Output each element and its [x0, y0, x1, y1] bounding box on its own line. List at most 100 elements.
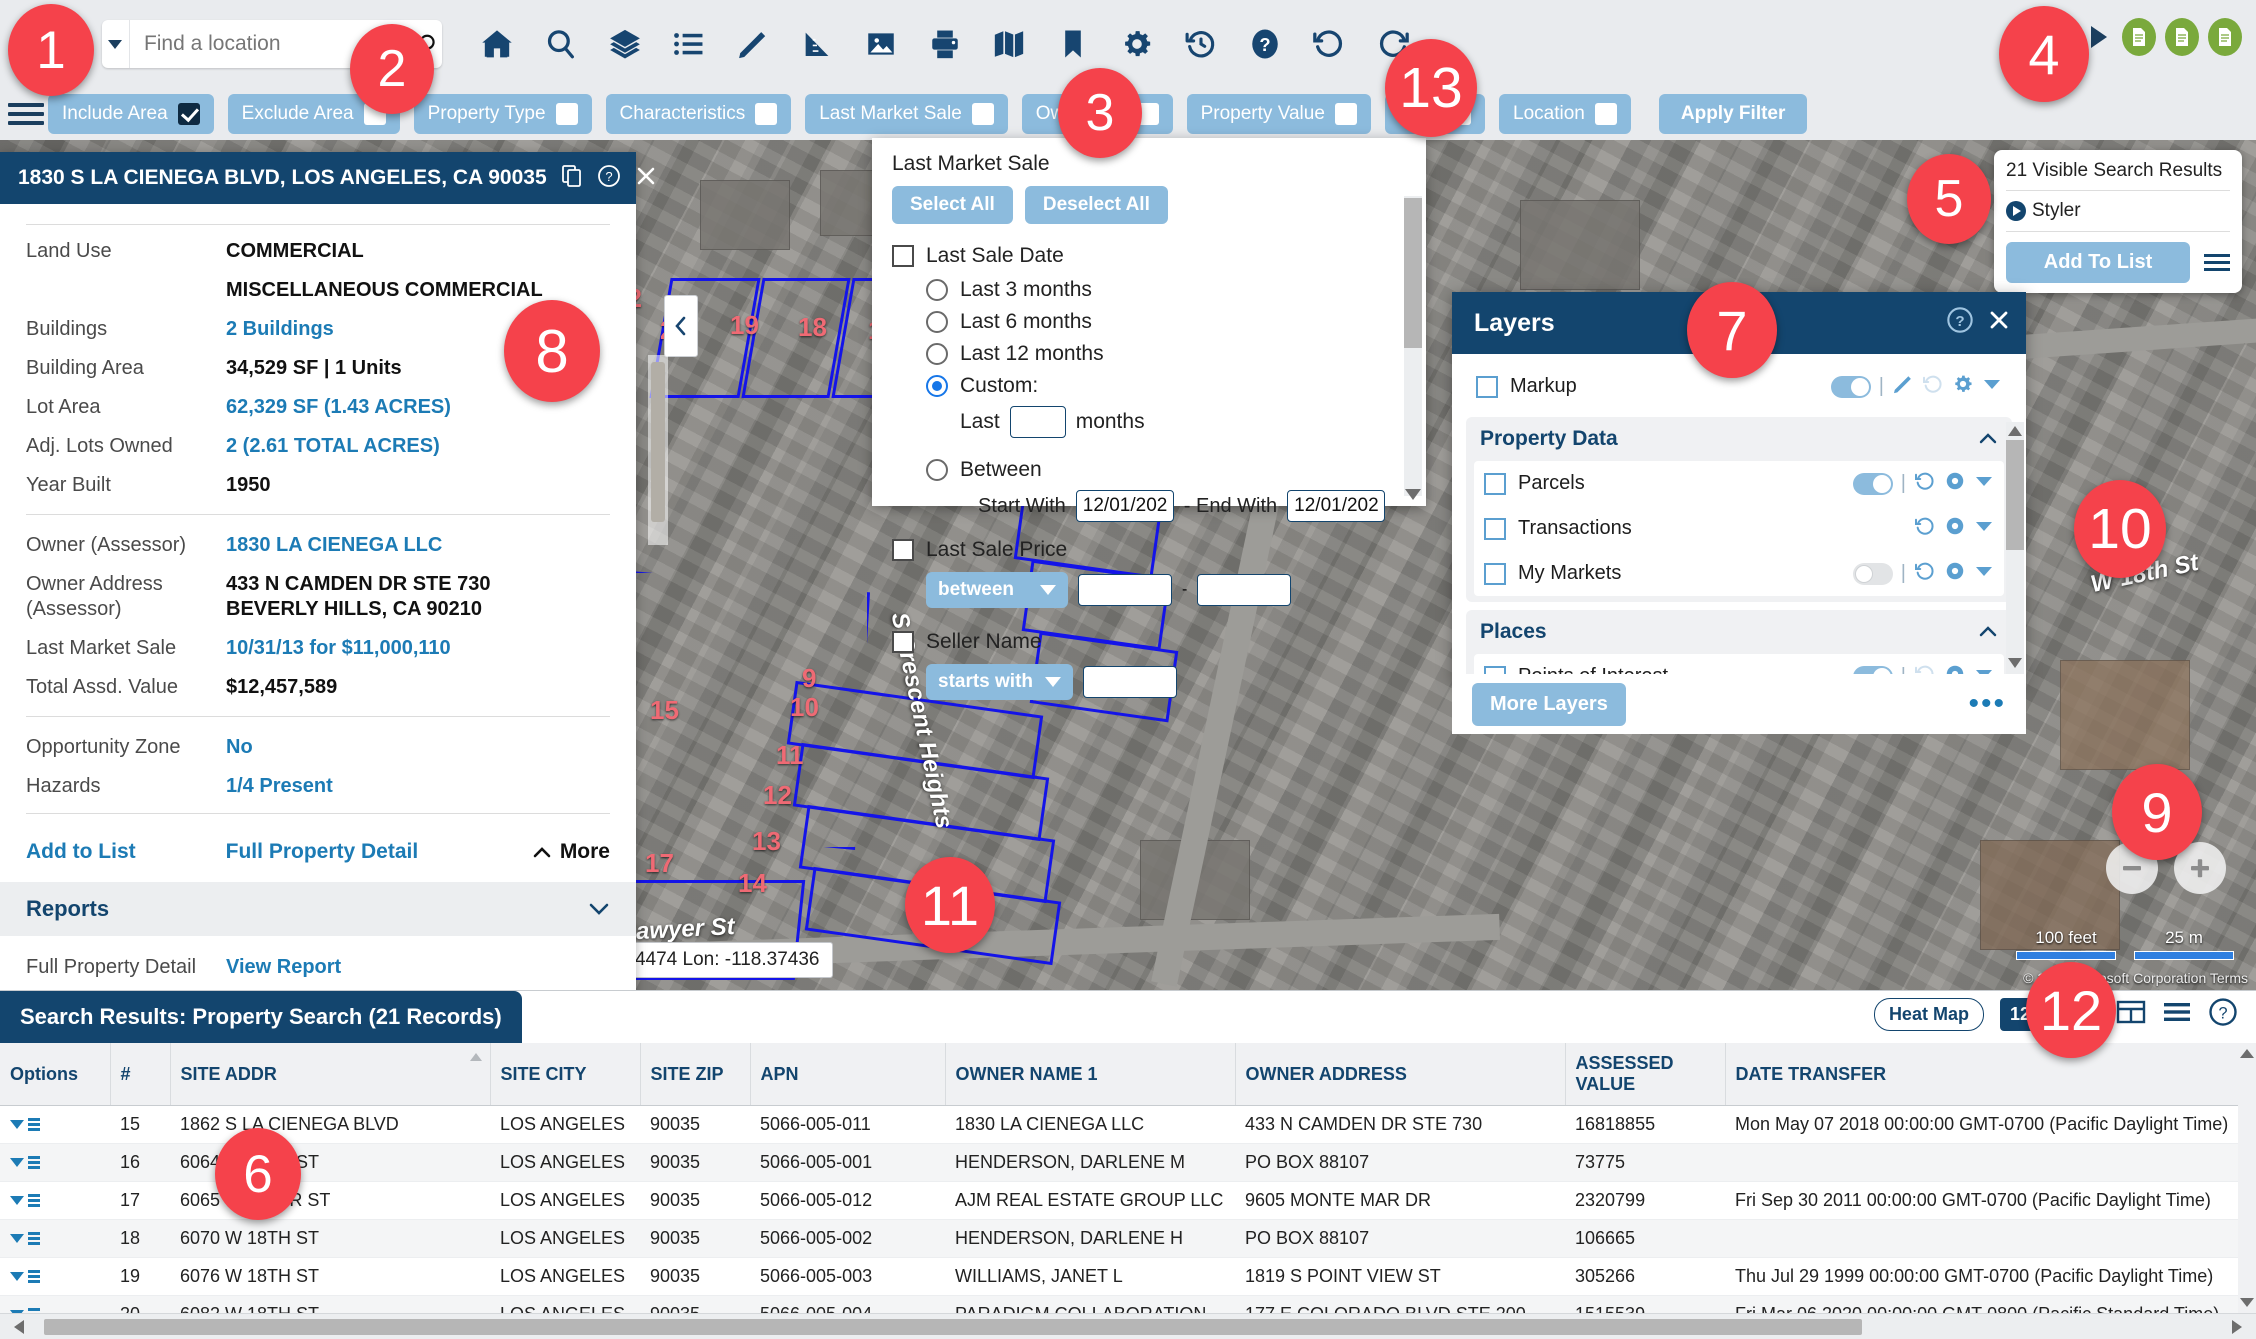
scroll-up-arrow-icon[interactable]	[2240, 1049, 2254, 1058]
expand-right-icon[interactable]	[2091, 26, 2107, 48]
heat-map-button[interactable]: Heat Map	[1873, 998, 1984, 1031]
row-menu-icon[interactable]	[28, 1270, 40, 1283]
search-type-dropdown[interactable]	[102, 20, 130, 68]
row-value-link[interactable]: 2 (2.61 TOTAL ACRES)	[226, 434, 440, 459]
row-value-link[interactable]: 1/4 Present	[226, 774, 333, 799]
radio-last-3-months[interactable]: Last 3 months	[926, 278, 1406, 302]
column-date-transfer[interactable]: DATE TRANSFER	[1725, 1043, 2256, 1106]
full-property-detail-link[interactable]: Full Property Detail	[226, 840, 419, 864]
more-toggle[interactable]: More	[532, 840, 610, 864]
row-value-link[interactable]: 10/31/13 for $11,000,110	[226, 636, 451, 661]
radio-icon[interactable]	[926, 343, 948, 365]
list-icon[interactable]	[662, 17, 716, 71]
map-panel-scroll-thumb[interactable]	[651, 362, 665, 522]
help-icon[interactable]: ?	[1946, 306, 1974, 341]
layer-row-parcels[interactable]: Parcels |	[1474, 461, 2004, 506]
history-icon[interactable]	[1922, 373, 1944, 400]
filter-property-value[interactable]: Property Value	[1186, 94, 1371, 134]
report-doc-icon-1[interactable]	[2122, 18, 2156, 56]
price-min-input[interactable]	[1078, 574, 1173, 606]
row-options-cell[interactable]	[0, 1219, 110, 1258]
chevron-down-icon[interactable]	[1974, 519, 1994, 538]
visibility-toggle[interactable]	[1852, 562, 1893, 585]
price-operator-select[interactable]: between	[926, 572, 1069, 608]
row-value-link[interactable]: 62,329 SF (1.43 ACRES)	[226, 395, 451, 420]
row-options-cell[interactable]	[0, 1181, 110, 1220]
results-vertical-scrollbar[interactable]	[2238, 1043, 2256, 1313]
horizontal-scroll-thumb[interactable]	[44, 1319, 1862, 1335]
radio-icon[interactable]	[926, 459, 948, 481]
column-site-zip[interactable]: SITE ZIP	[640, 1043, 751, 1106]
checkbox-icon[interactable]	[1484, 517, 1506, 540]
pencil-icon[interactable]	[1892, 373, 1914, 400]
select-all-button[interactable]: Select All	[892, 186, 1013, 224]
more-layers-button[interactable]: More Layers	[1472, 682, 1626, 726]
bubble-menu-icon[interactable]	[2204, 254, 2230, 271]
checkbox-icon[interactable]	[971, 103, 994, 125]
gear-icon[interactable]	[1952, 373, 1974, 400]
radio-between[interactable]: Between	[926, 458, 1406, 482]
price-max-input[interactable]	[1197, 574, 1292, 606]
row-options-cell[interactable]	[0, 1257, 110, 1296]
table-row[interactable]: 19 6076 W 18TH ST LOS ANGELES 90035 5066…	[0, 1257, 2256, 1296]
styler-toggle[interactable]: Styler	[2006, 191, 2230, 232]
chevron-down-icon[interactable]	[10, 1158, 24, 1167]
checkbox-icon[interactable]	[892, 631, 914, 653]
flyout-scroll-thumb[interactable]	[1404, 198, 1422, 348]
pencil-icon[interactable]	[726, 17, 780, 71]
scroll-left-arrow-icon[interactable]	[14, 1320, 24, 1334]
row-value-link[interactable]: 1830 LA CIENEGA LLC	[226, 533, 442, 558]
scroll-down-arrow-icon[interactable]	[1405, 489, 1421, 500]
filter-include-area[interactable]: Include Area	[48, 94, 214, 134]
gear-icon[interactable]	[1944, 560, 1966, 587]
measure-icon[interactable]	[790, 17, 844, 71]
checkbox-icon[interactable]	[755, 103, 778, 125]
results-horizontal-scrollbar[interactable]	[0, 1313, 2256, 1339]
checkbox-icon[interactable]	[1334, 103, 1357, 125]
layer-row-transactions[interactable]: Transactions	[1474, 506, 2004, 551]
help-icon[interactable]: ?	[597, 164, 621, 193]
filter-last-market-sale[interactable]: Last Market Sale	[805, 94, 1008, 134]
radio-last-6-months[interactable]: Last 6 months	[926, 310, 1406, 334]
radio-custom[interactable]: Custom:	[926, 374, 1406, 398]
list-view-icon[interactable]	[2162, 999, 2192, 1030]
bookmark-icon[interactable]	[1046, 17, 1100, 71]
checkbox-icon[interactable]	[1484, 472, 1506, 495]
column-owner-name[interactable]: OWNER NAME 1	[945, 1043, 1236, 1106]
seller-operator-select[interactable]: starts with	[926, 664, 1074, 700]
last-sale-date-checkbox-row[interactable]: Last Sale Date	[892, 244, 1406, 268]
row-options-cell[interactable]	[0, 1105, 110, 1144]
home-icon[interactable]	[470, 17, 524, 71]
custom-months-input[interactable]	[1009, 406, 1066, 438]
history-icon[interactable]	[1914, 470, 1936, 497]
undo-icon[interactable]	[1302, 17, 1356, 71]
gear-icon[interactable]	[1944, 515, 1966, 542]
table-row[interactable]: 15 1862 S LA CIENEGA BLVD LOS ANGELES 90…	[0, 1105, 2256, 1144]
checkbox-icon[interactable]	[1484, 562, 1506, 585]
checkbox-icon[interactable]	[1476, 375, 1498, 398]
close-icon[interactable]	[1988, 309, 2010, 338]
gear-icon[interactable]	[1110, 17, 1164, 71]
map-icon[interactable]	[982, 17, 1036, 71]
help-icon[interactable]: ?	[1238, 17, 1292, 71]
add-to-list-button[interactable]: Add To List	[2006, 242, 2190, 283]
chevron-down-icon[interactable]	[10, 1234, 24, 1243]
layers-scroll-thumb[interactable]	[2006, 440, 2024, 550]
column-site-addr[interactable]: SITE ADDR	[170, 1043, 491, 1106]
filter-property-type[interactable]: Property Type	[413, 94, 592, 134]
chevron-down-icon[interactable]	[1974, 474, 1994, 493]
radio-last-12-months[interactable]: Last 12 months	[926, 342, 1406, 366]
radio-icon[interactable]	[926, 279, 948, 301]
chevron-down-icon[interactable]	[10, 1120, 24, 1129]
history-icon[interactable]	[1914, 560, 1936, 587]
checkbox-icon[interactable]	[555, 103, 578, 125]
close-icon[interactable]	[635, 165, 657, 192]
checkbox-icon[interactable]	[1594, 103, 1617, 125]
column-apn[interactable]: APN	[750, 1043, 946, 1106]
layer-group-header[interactable]: Property Data	[1466, 417, 2012, 461]
scroll-right-arrow-icon[interactable]	[2232, 1320, 2242, 1334]
row-menu-icon[interactable]	[28, 1156, 40, 1169]
row-menu-icon[interactable]	[28, 1194, 40, 1207]
layers-overflow-icon[interactable]: •••	[1968, 689, 2006, 719]
help-icon[interactable]: ?	[2208, 997, 2238, 1032]
